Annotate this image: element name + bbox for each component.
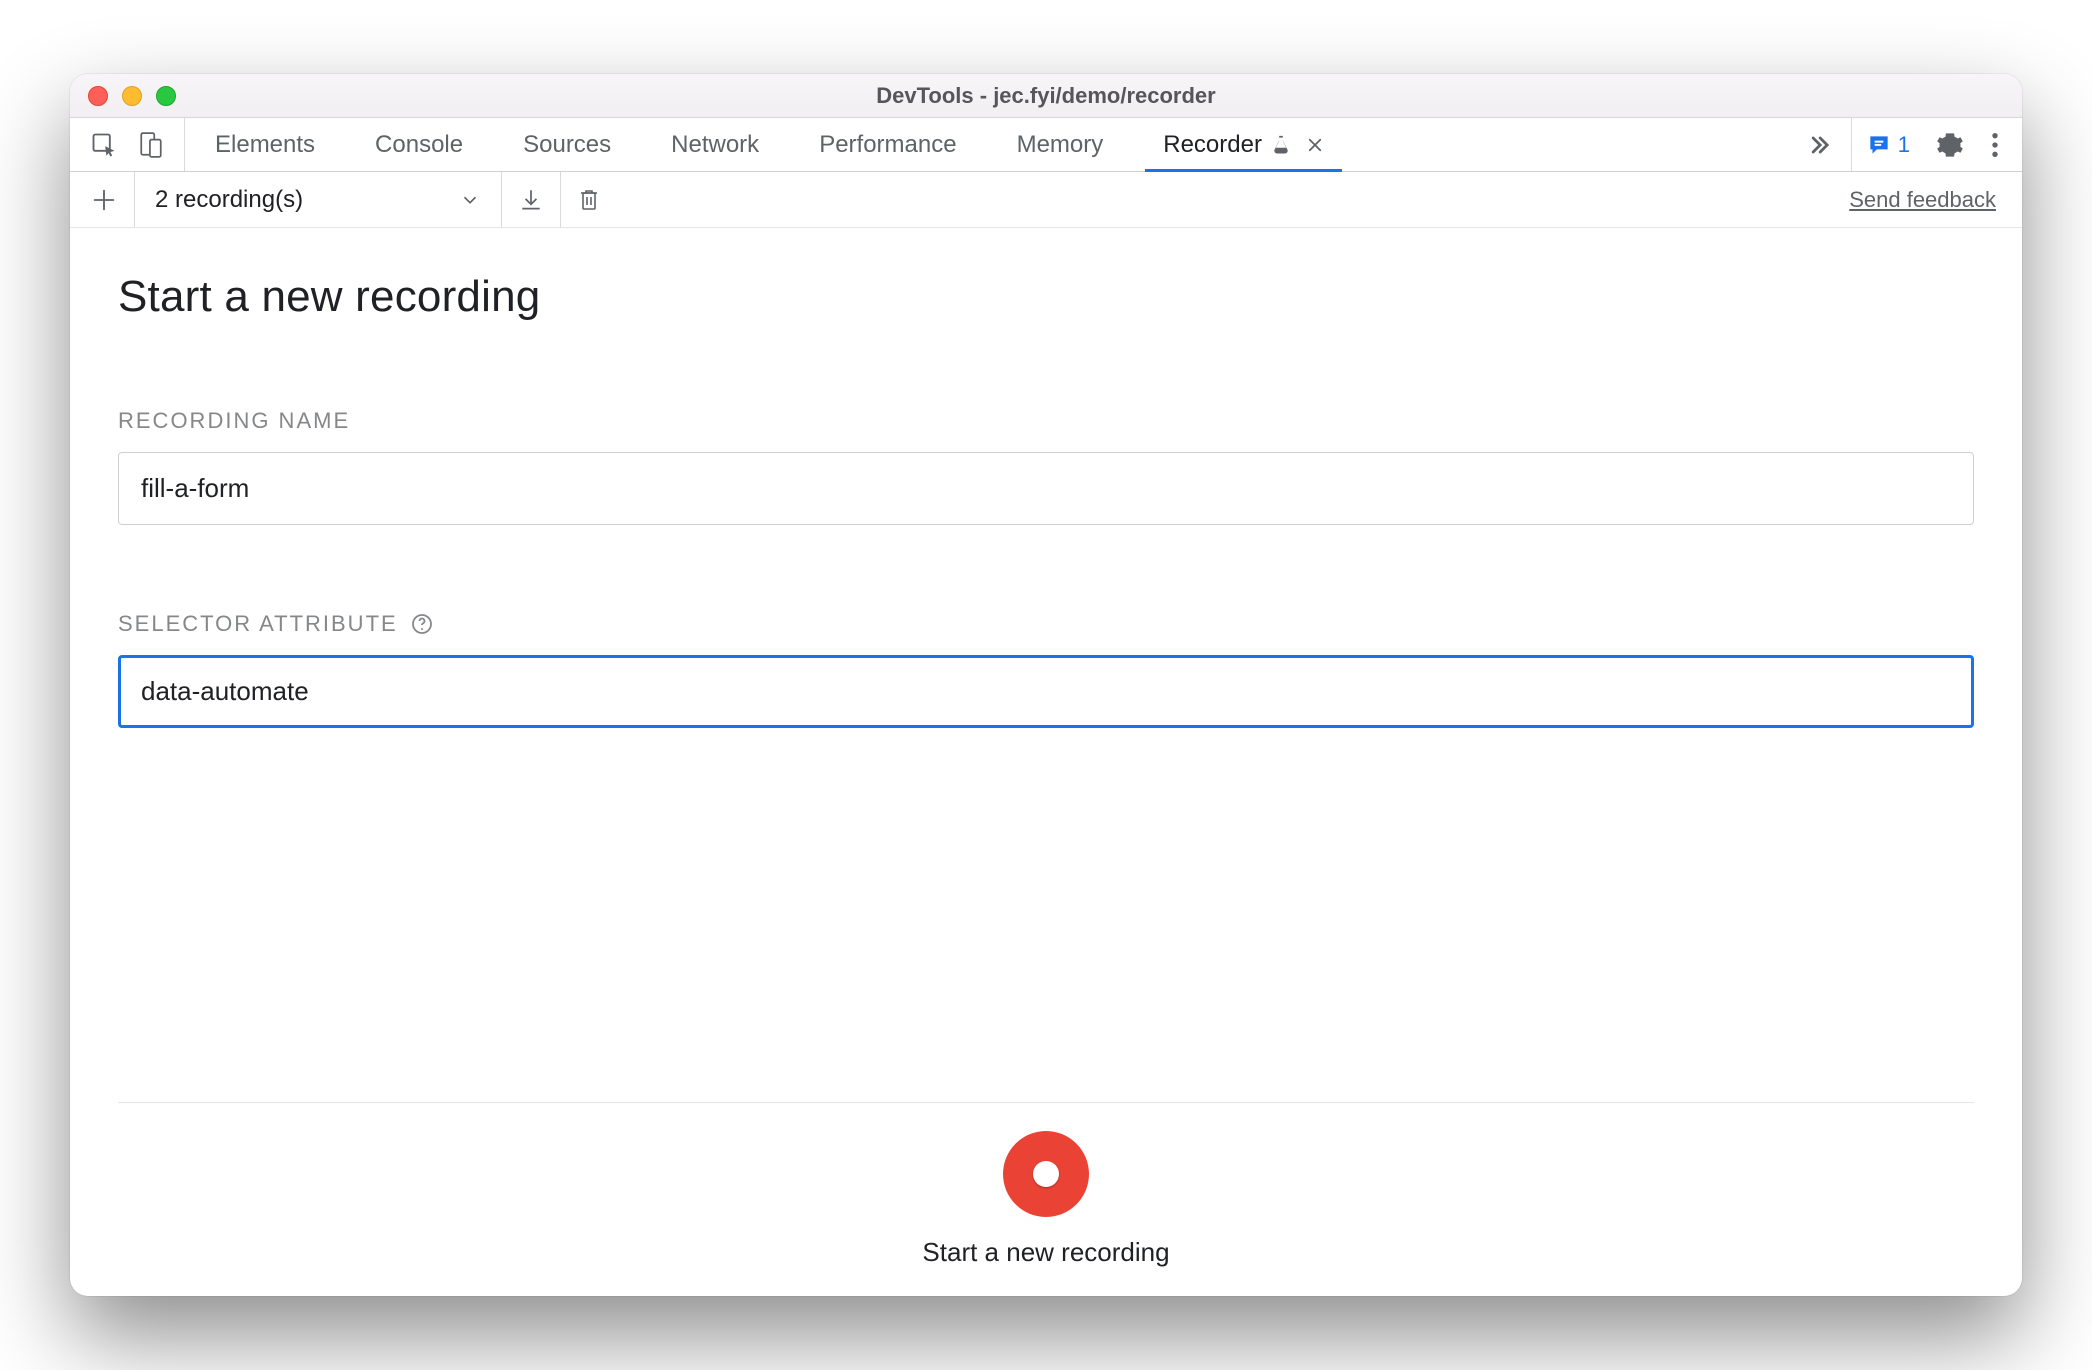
tab-console[interactable]: Console	[345, 118, 493, 171]
page-title: Start a new recording	[118, 272, 1974, 322]
start-recording-label: Start a new recording	[922, 1237, 1169, 1268]
help-icon[interactable]	[410, 612, 434, 636]
title-bar: DevTools - jec.fyi/demo/recorder	[70, 74, 2022, 118]
tab-label: Network	[671, 131, 759, 159]
tab-memory[interactable]: Memory	[987, 118, 1134, 171]
selector-attribute-group: Selector Attribute	[118, 611, 1974, 728]
new-recording-button[interactable]	[90, 172, 135, 227]
tab-label: Recorder	[1163, 131, 1262, 159]
selector-attribute-label-text: Selector Attribute	[118, 611, 398, 637]
issues-count: 1	[1898, 132, 1910, 158]
inspect-element-icon[interactable]	[90, 131, 118, 159]
tab-elements[interactable]: Elements	[185, 118, 345, 171]
download-icon	[518, 187, 544, 213]
issues-button[interactable]: 1	[1866, 132, 1910, 158]
devtools-window: DevTools - jec.fyi/demo/recorder Element…	[70, 74, 2022, 1296]
recorder-create-pane: Start a new recording Recording Name Sel…	[70, 228, 2022, 1296]
tab-label: Elements	[215, 131, 315, 159]
window-minimize-button[interactable]	[122, 86, 142, 106]
selector-attribute-input[interactable]	[118, 655, 1974, 728]
close-icon[interactable]	[1306, 136, 1324, 154]
trash-icon	[577, 187, 601, 213]
recording-selector[interactable]: 2 recording(s)	[135, 172, 502, 227]
plus-icon	[90, 186, 118, 214]
recorder-footer: Start a new recording	[118, 1102, 1974, 1296]
kebab-menu-icon[interactable]	[1990, 131, 2000, 159]
traffic-lights	[88, 86, 176, 106]
selector-attribute-label: Selector Attribute	[118, 611, 1974, 637]
tab-performance[interactable]: Performance	[789, 118, 986, 171]
window-title: DevTools - jec.fyi/demo/recorder	[70, 83, 2022, 109]
recording-name-label: Recording Name	[118, 408, 1974, 434]
recording-selector-label: 2 recording(s)	[155, 186, 303, 214]
recording-name-group: Recording Name	[118, 408, 1974, 525]
panel-tabstrip: Elements Console Sources Network Perform…	[70, 118, 2022, 172]
recording-name-input[interactable]	[118, 452, 1974, 525]
more-tabs-button[interactable]	[1787, 131, 1851, 159]
tab-recorder[interactable]: Recorder	[1133, 118, 1354, 171]
tab-label: Performance	[819, 131, 956, 159]
window-zoom-button[interactable]	[156, 86, 176, 106]
tab-label: Sources	[523, 131, 611, 159]
send-feedback-link[interactable]: Send feedback	[1849, 187, 2002, 213]
gear-icon[interactable]	[1936, 131, 1964, 159]
start-recording-button[interactable]	[1003, 1131, 1089, 1217]
message-icon	[1866, 132, 1892, 158]
window-close-button[interactable]	[88, 86, 108, 106]
delete-button[interactable]	[561, 172, 617, 227]
tab-network[interactable]: Network	[641, 118, 789, 171]
panel-tabs: Elements Console Sources Network Perform…	[185, 118, 1787, 171]
chevron-down-icon	[459, 189, 481, 211]
flask-icon	[1270, 134, 1292, 156]
tab-label: Memory	[1017, 131, 1104, 159]
device-toolbar-icon[interactable]	[138, 130, 164, 160]
recorder-toolbar: 2 recording(s) Send feedback	[70, 172, 2022, 228]
record-icon	[1033, 1161, 1059, 1187]
tab-sources[interactable]: Sources	[493, 118, 641, 171]
export-button[interactable]	[502, 172, 561, 227]
tab-label: Console	[375, 131, 463, 159]
